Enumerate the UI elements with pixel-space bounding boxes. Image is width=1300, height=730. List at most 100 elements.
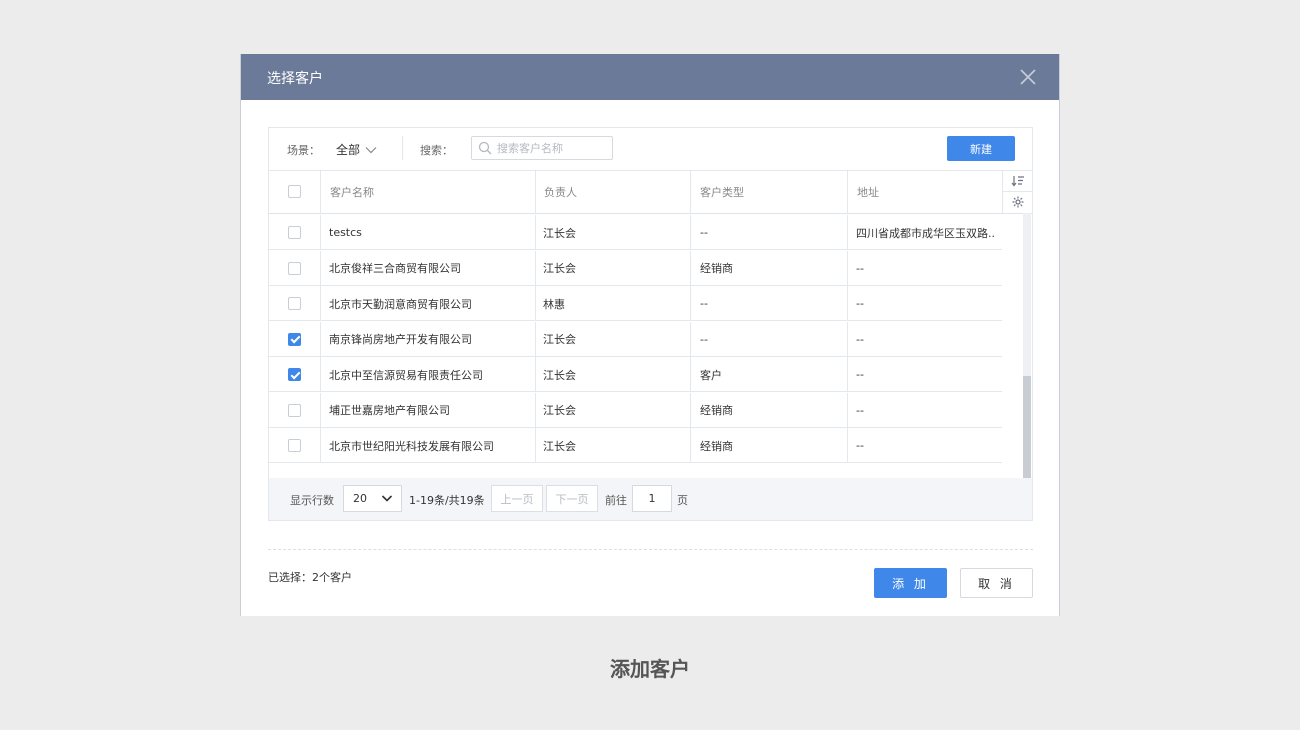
select-all-checkbox[interactable] [288,185,301,198]
table-row[interactable]: 北京俊祥三合商贸有限公司 江长会 经销商 -- [269,250,1002,286]
page-size-value: 20 [353,492,367,505]
column-divider [847,286,848,321]
row-checkbox[interactable] [288,368,301,381]
cell-name: 南京锋尚房地产开发有限公司 [329,333,472,346]
scrollbar-thumb[interactable] [1023,376,1031,478]
scene-dropdown[interactable]: 全部 [336,141,377,158]
table-row[interactable]: testcs 江长会 -- 四川省成都市成华区玉双路... [269,215,1002,250]
column-divider [535,428,536,463]
column-divider [847,428,848,463]
column-divider [690,428,691,463]
column-divider [690,321,691,357]
table-row[interactable]: 南京锋尚房地产开发有限公司 江长会 -- -- [269,321,1002,357]
select-customer-dialog: 选择客户 场景： 全部 搜索： 新建 客户名称 负责人 [240,54,1060,616]
page-size-select[interactable]: 20 [343,485,402,512]
column-divider [690,215,691,250]
sort-icon[interactable] [1003,171,1033,192]
search-label: 搜索： [420,144,453,157]
column-divider [847,392,848,428]
column-divider [535,250,536,286]
column-divider [535,286,536,321]
column-divider [320,250,321,286]
cell-address: -- [856,297,864,310]
table-row[interactable]: 北京中至信源贸易有限责任公司 江长会 客户 -- [269,357,1002,392]
cell-name: 北京市天勤润意商贸有限公司 [329,297,472,311]
page-number-input[interactable] [632,485,672,512]
column-divider [690,392,691,428]
column-header-address[interactable]: 地址 [848,171,1002,213]
column-divider [320,428,321,463]
column-divider [847,321,848,357]
chevron-down-icon [365,146,377,153]
column-divider [690,250,691,286]
cell-type: -- [700,226,708,239]
cell-name: 北京中至信源贸易有限责任公司 [329,368,483,382]
gear-icon[interactable] [1003,192,1033,212]
close-icon[interactable] [1017,66,1039,88]
cell-name: testcs [329,226,362,239]
table-toolbar: 场景： 全部 搜索： 新建 [269,128,1032,171]
next-page-button[interactable]: 下一页 [546,485,598,512]
column-divider [690,357,691,392]
cell-address: -- [856,332,864,346]
rows-per-page-label: 显示行数 [290,494,334,507]
cell-address: -- [856,368,864,381]
column-divider [320,215,321,250]
search-icon [478,141,492,155]
cancel-button[interactable]: 取 消 [960,568,1033,598]
column-divider [847,250,848,286]
cell-owner: 江长会 [543,226,576,240]
dialog-header: 选择客户 [241,54,1059,100]
cell-address: -- [856,261,864,275]
pagination-bar: 显示行数 20 1-19条/共19条 上一页 下一页 前往 页 [269,478,1032,520]
footer-divider [268,549,1033,550]
table-header: 客户名称 负责人 客户类型 地址 [269,171,1032,214]
row-checkbox[interactable] [288,297,301,310]
column-divider [535,392,536,428]
cell-owner: 江长会 [543,333,576,346]
column-divider [535,321,536,357]
search-box [471,136,613,160]
cell-name: 北京市世纪阳光科技发展有限公司 [329,439,494,453]
cell-type: 客户 [700,368,722,382]
column-divider [535,357,536,392]
row-checkbox[interactable] [288,261,301,275]
chevron-down-icon [381,495,393,502]
page-caption: 添加客户 [610,657,690,681]
page-range-text: 1-19条/共19条 [409,494,485,507]
cell-owner: 江长会 [543,439,576,453]
selected-count: 已选择：2个客户 [268,571,352,584]
column-divider [320,392,321,428]
column-header-type[interactable]: 客户类型 [691,171,847,213]
search-input[interactable] [497,141,607,155]
column-divider [690,286,691,321]
page-suffix: 页 [677,494,688,507]
cell-name: 北京俊祥三合商贸有限公司 [329,262,461,275]
prev-page-button[interactable]: 上一页 [491,485,543,512]
table-row[interactable]: 埔正世嘉房地产有限公司 江长会 经销商 -- [269,392,1002,428]
cell-type: -- [700,297,708,310]
row-checkbox[interactable] [288,226,301,239]
cell-owner: 江长会 [543,404,576,417]
column-divider [535,215,536,250]
column-header-name[interactable]: 客户名称 [321,171,535,213]
toolbar-divider [402,136,403,160]
column-header-owner[interactable]: 负责人 [535,171,691,213]
new-customer-button[interactable]: 新建 [947,136,1015,161]
table-row[interactable]: 北京市世纪阳光科技发展有限公司 江长会 经销商 -- [269,428,1002,463]
row-checkbox[interactable] [288,439,301,452]
row-checkbox[interactable] [288,403,301,417]
table-body: testcs 江长会 -- 四川省成都市成华区玉双路... 北京俊祥三合商贸有限公司 江长… [269,213,1002,478]
column-divider [320,321,321,357]
table-row[interactable]: 北京市天勤润意商贸有限公司 林惠 -- -- [269,286,1002,321]
cell-owner: 林惠 [543,297,565,311]
cell-owner: 江长会 [543,262,576,275]
cell-address: -- [856,403,864,417]
add-button[interactable]: 添 加 [874,568,947,598]
goto-label: 前往 [605,494,627,507]
row-checkbox[interactable] [288,332,301,346]
cell-type: 经销商 [700,439,733,453]
table-side-tools [1002,171,1033,213]
column-divider [847,215,848,250]
cell-type: 经销商 [700,262,733,275]
